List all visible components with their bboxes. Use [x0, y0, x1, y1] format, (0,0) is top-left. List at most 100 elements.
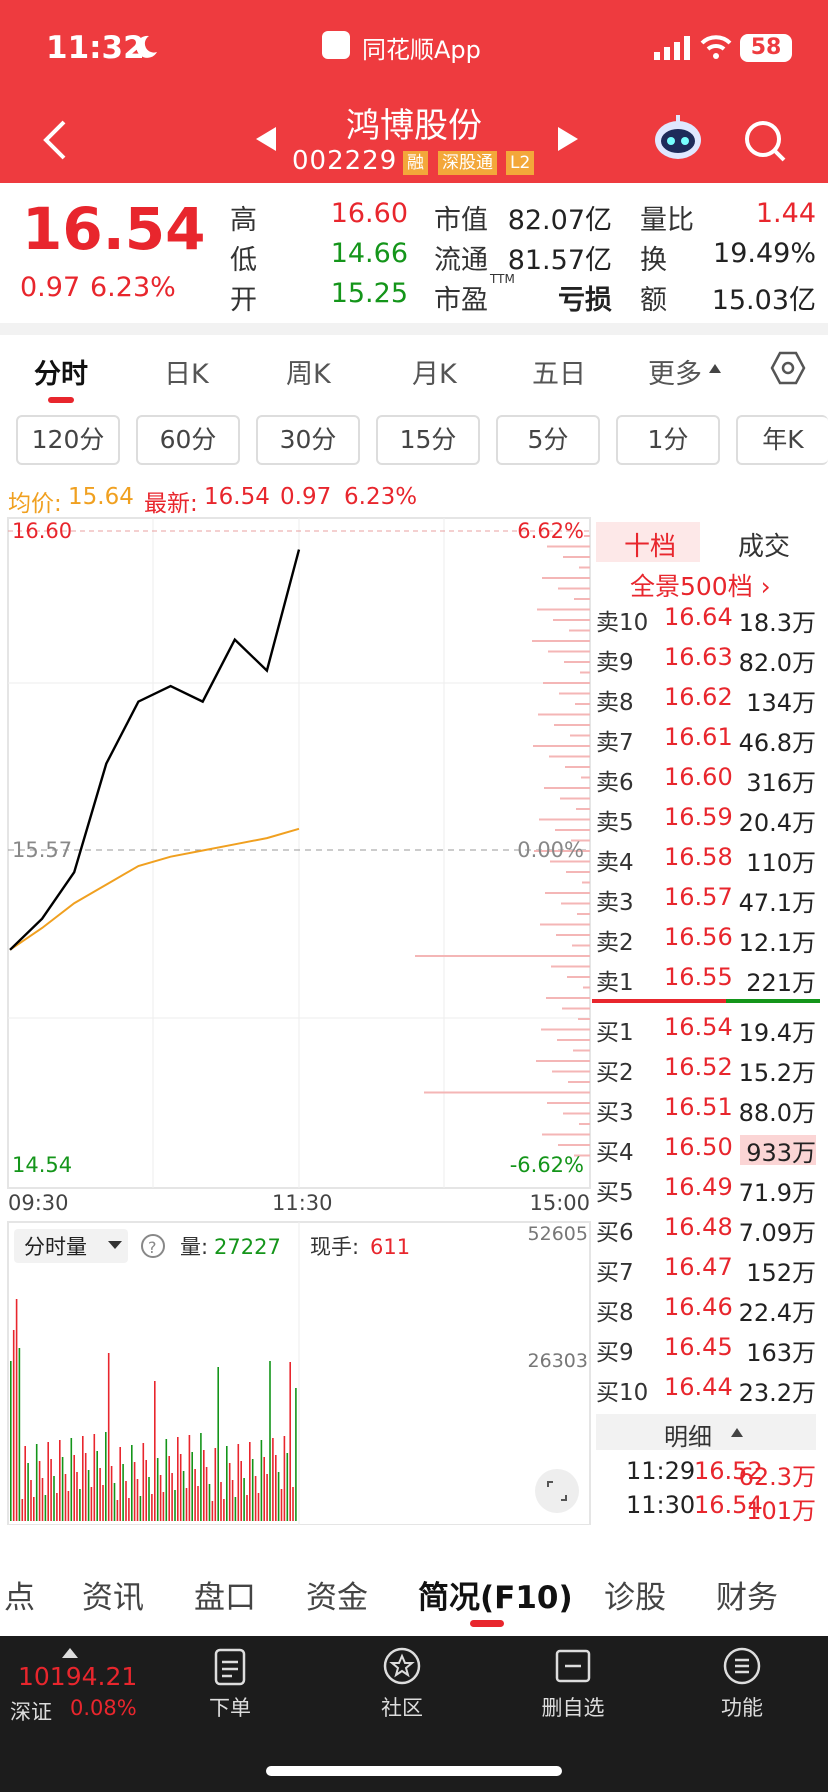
price-change: 0.97 — [20, 272, 81, 303]
pe-superscript: TTM — [490, 272, 515, 286]
full-depth-link[interactable]: 全景500档 › — [630, 567, 771, 603]
y-low-label: 14.54 — [12, 1153, 72, 1177]
depth-bar — [579, 566, 590, 569]
depth-bar — [573, 1049, 590, 1052]
period-30min[interactable]: 30分 — [256, 415, 360, 465]
y-high-label: 16.60 — [12, 519, 72, 543]
tab-intraday[interactable]: 分时 — [34, 352, 88, 391]
float-label: 流通 — [434, 245, 488, 276]
tab-monthly-k[interactable]: 月K — [412, 352, 457, 391]
volume-bar — [223, 1499, 225, 1521]
depth-bar — [536, 1060, 590, 1062]
volume-bar — [203, 1450, 205, 1521]
pe-label: 市盈 — [434, 285, 488, 316]
volume-bar — [228, 1463, 231, 1521]
period-60min[interactable]: 60分 — [136, 415, 240, 465]
depth-bar — [576, 808, 590, 810]
tag-margin: 融 — [403, 151, 428, 175]
community-icon — [383, 1647, 421, 1685]
depth-bar — [558, 1144, 590, 1146]
tab-five-day[interactable]: 五日 — [532, 352, 586, 391]
volume-bar — [116, 1500, 119, 1521]
help-icon-glyph: ? — [148, 1238, 157, 1257]
volume-bar — [27, 1463, 29, 1521]
amount-label: 额 — [640, 285, 667, 316]
volume-bar — [136, 1479, 139, 1521]
volume-bar — [220, 1482, 222, 1521]
volume-bar — [263, 1457, 265, 1521]
volume-bar — [205, 1467, 208, 1521]
depth-bar — [540, 923, 590, 926]
period-1min[interactable]: 1分 — [616, 415, 720, 465]
function-button[interactable]: 功能 — [702, 1692, 782, 1722]
ask-bid-divider-green — [726, 999, 820, 1003]
bid-volume: 71.9万 — [738, 1179, 816, 1207]
depth-bar — [582, 881, 590, 884]
period-year-k[interactable]: 年K — [736, 415, 828, 465]
volume-bar — [110, 1466, 113, 1521]
volume-bar — [275, 1455, 277, 1521]
trade-time: 11:29 — [626, 1457, 696, 1485]
volume-bar — [283, 1436, 286, 1521]
tab-daily-k[interactable]: 日K — [164, 352, 209, 391]
remove-watchlist-button[interactable]: 删自选 — [524, 1692, 622, 1722]
sub-tab-finance[interactable]: 财务 — [716, 1572, 778, 1617]
robot-assistant-icon[interactable] — [652, 112, 704, 164]
depth-bar — [565, 766, 590, 768]
sub-tab-points[interactable]: 点 — [4, 1572, 35, 1617]
sub-tab-news[interactable]: 资讯 — [82, 1572, 144, 1617]
sub-tab-handicap[interactable]: 盘口 — [194, 1572, 256, 1617]
bid-level-label: 买6 — [596, 1220, 634, 1246]
depth-bar — [566, 871, 590, 873]
volume-bar — [142, 1443, 145, 1521]
sub-tab-active-indicator — [470, 1620, 504, 1627]
depth-bar — [557, 1039, 590, 1041]
pct-high-label: 6.62% — [517, 519, 584, 543]
volume-bar — [165, 1439, 168, 1521]
period-120min[interactable]: 120分 — [16, 415, 120, 465]
period-15min[interactable]: 15分 — [376, 415, 480, 465]
depth-bar — [547, 545, 590, 548]
fullscreen-button[interactable] — [535, 1469, 579, 1513]
ask-level-label: 卖1 — [596, 970, 634, 996]
period-5min[interactable]: 5分 — [496, 415, 600, 465]
orderbook-tab-trades[interactable]: 成交 — [738, 526, 790, 563]
ask-level-label: 卖7 — [596, 730, 634, 756]
ask-level-label: 卖4 — [596, 850, 634, 876]
depth-bar — [542, 1133, 590, 1136]
pct-mid-label: 0.00% — [517, 838, 584, 862]
ask-volume: 47.1万 — [738, 889, 816, 917]
latest-change-pct: 6.23% — [344, 484, 418, 510]
volume-bar — [231, 1480, 234, 1521]
depth-bar — [575, 703, 590, 705]
sub-tab-f10[interactable]: 简况(F10) — [418, 1572, 573, 1617]
volume-mid-label: 26303 — [528, 1350, 588, 1372]
bid-volume: 933万 — [746, 1139, 816, 1167]
sub-tab-funds[interactable]: 资金 — [306, 1572, 368, 1617]
depth-bar — [574, 598, 590, 600]
orderbook-tab-depth[interactable]: 十档 — [624, 526, 676, 563]
index-value[interactable]: 10194.21 — [18, 1662, 137, 1691]
volume-bar — [277, 1472, 280, 1521]
volume-bar — [38, 1461, 41, 1521]
tab-weekly-k[interactable]: 周K — [286, 352, 331, 391]
ask-volume: 110万 — [746, 849, 816, 877]
tab-more[interactable]: 更多 — [648, 352, 702, 391]
depth-bar — [555, 829, 590, 831]
detail-label: 明细 — [664, 1423, 712, 1451]
volume-bar — [21, 1499, 24, 1521]
volume-bar — [87, 1470, 90, 1521]
community-button[interactable]: 社区 — [362, 1692, 442, 1722]
turnover-label: 换 — [640, 245, 667, 276]
menu-icon — [723, 1647, 761, 1685]
sub-tab-diagnosis[interactable]: 诊股 — [604, 1572, 666, 1617]
order-button[interactable]: 下单 — [190, 1692, 270, 1722]
volume-selector-label: 分时量 — [24, 1235, 87, 1259]
volume-bar — [53, 1476, 55, 1521]
pct-low-label: -6.62% — [510, 1153, 584, 1177]
search-icon[interactable] — [742, 118, 788, 164]
volume-bar — [286, 1453, 289, 1521]
depth-bar — [580, 671, 590, 674]
settings-icon[interactable] — [770, 350, 806, 386]
next-stock-button[interactable] — [552, 124, 582, 154]
